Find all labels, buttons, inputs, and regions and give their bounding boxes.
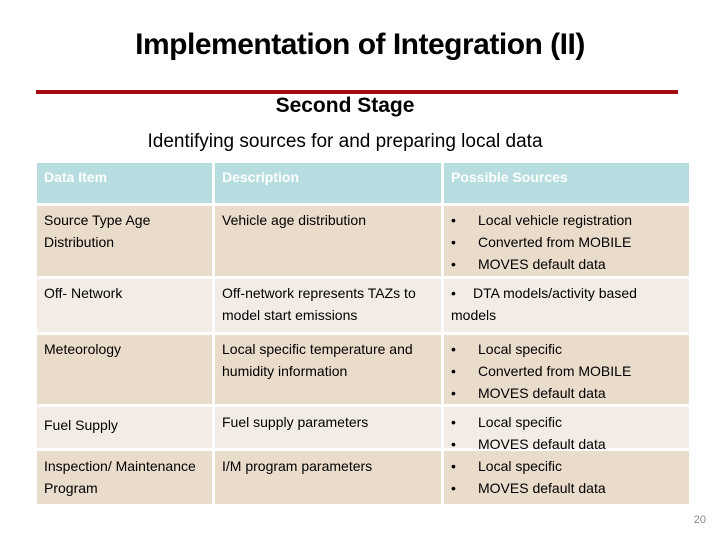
cell-sources: • Local specific • Converted from MOBILE •… — [444, 335, 689, 404]
table-row: Fuel Supply Fuel supply parameters • Loca… — [37, 407, 689, 452]
table-row: Inspection/ Maintenance Program I/M prog… — [37, 451, 689, 504]
cell-description: Off-network represents TAZs to model sta… — [215, 279, 441, 332]
table-row: Source Type Age Distribution Vehicle age… — [37, 206, 689, 276]
bullet-icon: • — [451, 458, 456, 474]
cell-sources: • Local specific • MOVES default data — [444, 407, 689, 452]
source-item: • Local specific — [451, 411, 683, 433]
cell-data-item: Source Type Age Distribution — [37, 206, 212, 276]
slide-lead-text: Identifying sources for and preparing lo… — [147, 131, 543, 152]
data-sources-table: Data Item Description Possible Sources S… — [37, 163, 689, 507]
source-item: • MOVES default data — [451, 477, 683, 499]
bullet-icon: • — [451, 363, 456, 379]
cell-sources: • DTA models/activity based models — [444, 279, 689, 332]
source-item: • MOVES default data — [451, 253, 683, 275]
table-row: Meteorology Local specific temperature a… — [37, 335, 689, 404]
header-possible-sources: Possible Sources — [444, 163, 689, 203]
header-data-item: Data Item — [37, 163, 212, 203]
cell-description: Fuel supply parameters — [215, 407, 441, 448]
cell-sources: • Local vehicle registration • Converted f… — [444, 206, 689, 276]
table-header-row: Data Item Description Possible Sources — [37, 163, 689, 203]
source-item: • Converted from MOBILE — [451, 231, 683, 253]
cell-data-item: Meteorology — [37, 335, 212, 404]
cell-sources: • Local specific • MOVES default data — [444, 451, 689, 504]
cell-data-item: Fuel Supply — [37, 407, 212, 448]
bullet-icon: • — [451, 414, 456, 430]
bullet-icon: • — [451, 256, 456, 272]
bullet-icon: • — [451, 234, 456, 250]
bullet-icon: • — [451, 285, 456, 301]
source-item: • Converted from MOBILE — [451, 360, 683, 382]
bullet-icon: • — [451, 212, 456, 228]
source-item: • Local specific — [451, 455, 683, 477]
source-item: • Local vehicle registration — [451, 209, 683, 231]
cell-data-item: Inspection/ Maintenance Program — [37, 451, 212, 504]
cell-data-item: Off- Network — [37, 279, 212, 332]
source-item: • MOVES default data — [451, 382, 683, 404]
bullet-icon: • — [451, 480, 456, 496]
slide-title: Implementation of Integration (II) — [135, 28, 585, 61]
source-text: DTA models/activity based models — [451, 285, 637, 323]
cell-description: Local specific temperature and humidity … — [215, 335, 441, 404]
table-row: Off- Network Off-network represents TAZs… — [37, 279, 689, 332]
cell-description: Vehicle age distribution — [215, 206, 441, 276]
header-description: Description — [215, 163, 441, 203]
cell-description: I/M program parameters — [215, 451, 441, 504]
bullet-icon: • — [451, 385, 456, 401]
source-item: • Local specific — [451, 338, 683, 360]
bullet-icon: • — [451, 341, 456, 357]
slide-subtitle: Second Stage — [275, 94, 415, 117]
page-number: 20 — [693, 514, 706, 526]
